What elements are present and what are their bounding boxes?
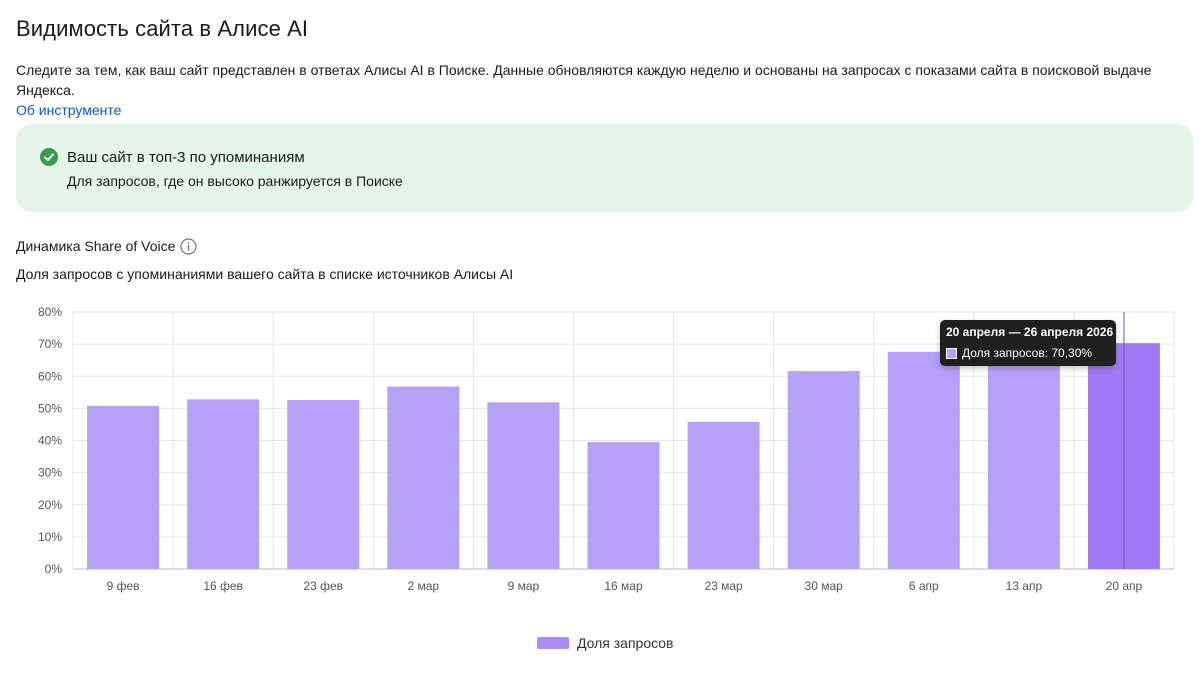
status-banner: Ваш сайт в топ-3 по упоминаниям Для запр… <box>16 124 1193 212</box>
y-tick-label: 70% <box>38 337 62 351</box>
bar[interactable] <box>587 442 660 569</box>
y-tick-label: 30% <box>38 466 62 480</box>
bar[interactable] <box>187 399 260 569</box>
legend-label: Доля запросов <box>577 635 674 651</box>
x-tick-label: 13 апр <box>1006 579 1043 593</box>
about-tool-link[interactable]: Об инструменте <box>16 102 121 118</box>
tooltip-swatch <box>946 347 957 359</box>
chart-subtitle: Доля запросов с упоминаниями вашего сайт… <box>16 266 514 282</box>
bar[interactable] <box>987 353 1060 569</box>
tooltip-row: Доля запросов: 70,30% <box>946 346 1092 360</box>
bars <box>87 343 1160 569</box>
chart-title: Динамика Share of Voice <box>16 238 176 254</box>
x-tick-label: 9 фев <box>107 579 140 593</box>
info-icon[interactable] <box>180 238 197 255</box>
bar[interactable] <box>87 405 160 569</box>
check-circle-icon <box>40 148 58 166</box>
intro-text: Следите за тем, как ваш сайт представлен… <box>16 62 1152 98</box>
x-tick-label: 20 апр <box>1106 579 1143 593</box>
y-tick-label: 80% <box>38 305 62 319</box>
y-tick-label: 50% <box>38 401 62 415</box>
banner-subtitle: Для запросов, где он высоко ранжируется … <box>67 173 403 189</box>
x-tick-label: 30 мар <box>805 579 844 593</box>
tooltip-value: Доля запросов: 70,30% <box>962 346 1093 360</box>
y-tick-label: 20% <box>38 498 62 512</box>
x-tick-label: 6 апр <box>909 579 939 593</box>
y-tick-label: 40% <box>38 434 62 448</box>
tooltip-title: 20 апреля — 26 апреля 2026 <box>946 325 1114 339</box>
banner-title: Ваш сайт в топ-3 по упоминаниям <box>67 149 305 166</box>
bar[interactable] <box>687 421 760 569</box>
y-axis: 0% 10% 20% 30% 40% 50% 60% 70% 80% <box>38 305 62 576</box>
bar[interactable] <box>787 371 860 569</box>
y-tick-label: 60% <box>38 369 62 383</box>
y-tick-label: 10% <box>38 530 62 544</box>
x-tick-label: 16 мар <box>604 579 643 593</box>
x-tick-label: 2 мар <box>408 579 440 593</box>
page-title: Видимость сайта в Алисе AI <box>16 16 309 41</box>
x-axis: 9 фев 16 фев 23 фев 2 мар 9 мар 16 мар 23 мар 3… <box>107 579 1143 593</box>
bar[interactable] <box>387 386 460 569</box>
x-tick-label: 23 фев <box>303 579 343 593</box>
x-tick-label: 23 мар <box>704 579 743 593</box>
chart-tooltip: 20 апреля — 26 апреля 2026 Доля запросов… <box>940 320 1116 366</box>
bar[interactable] <box>487 402 560 569</box>
y-tick-label: 0% <box>45 562 63 576</box>
x-tick-label: 9 мар <box>508 579 540 593</box>
x-tick-label: 16 фев <box>203 579 243 593</box>
bar[interactable] <box>887 351 960 569</box>
legend-swatch <box>537 637 569 649</box>
bar[interactable] <box>287 400 360 569</box>
intro-paragraph: Следите за тем, как ваш сайт представлен… <box>16 60 1191 120</box>
chart-legend[interactable]: Доля запросов <box>537 634 674 652</box>
